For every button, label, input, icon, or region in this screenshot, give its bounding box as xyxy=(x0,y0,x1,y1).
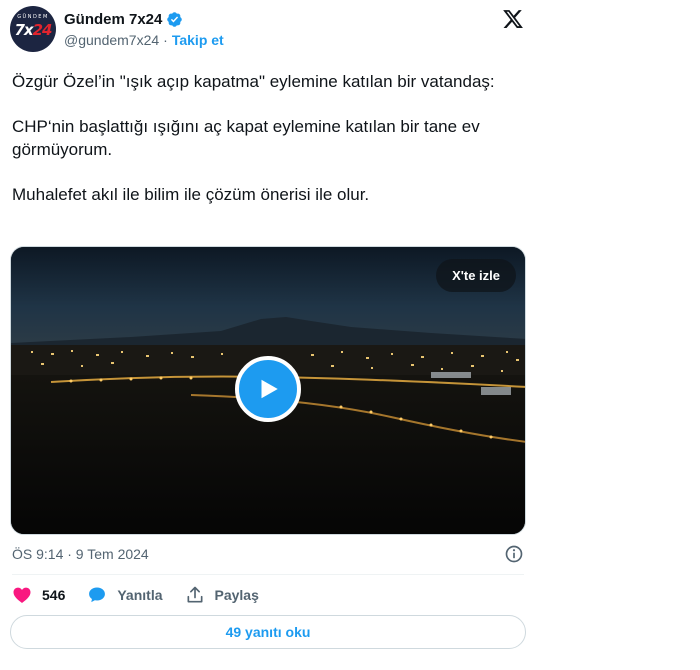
reply-button[interactable]: Yanıtla xyxy=(87,585,163,605)
like-button[interactable]: 546 xyxy=(12,585,65,605)
share-button[interactable]: Paylaş xyxy=(185,585,259,605)
tweet-paragraph: CHP‘nin başlattığı ışığını aç kapat eyle… xyxy=(12,117,480,159)
video-player[interactable]: X'te izle xyxy=(10,246,526,535)
follow-button[interactable]: Takip et xyxy=(172,32,224,48)
avatar[interactable]: GÜNDEM 7x24 xyxy=(10,6,56,52)
avatar-small-text: GÜNDEM xyxy=(17,14,49,20)
reply-bubble-icon xyxy=(89,587,106,603)
avatar-logo-part-b: 24 xyxy=(32,21,53,39)
play-button[interactable] xyxy=(235,356,301,422)
avatar-logo-text: 7x24 xyxy=(10,21,56,39)
like-count: 546 xyxy=(42,587,66,603)
info-icon[interactable] xyxy=(504,544,524,564)
tweet-paragraph: Özgür Özel’in "ışık açıp kapatma" eylemi… xyxy=(12,72,495,91)
author-handle-row: @gundem7x24 · Takip et xyxy=(64,32,224,48)
tweet-paragraph: Muhalefet akıl ile bilim ile çözüm öneri… xyxy=(12,185,370,204)
read-replies-button[interactable]: 49 yanıtı oku xyxy=(10,615,526,649)
avatar-logo-part-a: 7x xyxy=(14,21,34,39)
author-name-row: Gündem 7x24 xyxy=(64,9,183,29)
action-bar: 546 Yanıtla Paylaş xyxy=(12,583,281,607)
divider xyxy=(12,574,524,575)
watch-on-x-button[interactable]: X'te izle xyxy=(436,259,516,292)
play-icon xyxy=(261,379,278,399)
tweet-timestamp[interactable]: ÖS 9:14 · 9 Tem 2024 xyxy=(12,546,149,562)
share-upload-icon xyxy=(187,586,202,603)
x-logo-icon[interactable] xyxy=(502,8,524,30)
verified-badge-icon xyxy=(167,11,183,27)
reply-label: Yanıtla xyxy=(117,587,163,603)
separator-dot: · xyxy=(163,32,168,48)
author-handle[interactable]: @gundem7x24 xyxy=(64,32,159,48)
share-label: Paylaş xyxy=(214,587,259,603)
tweet-card: GÜNDEM 7x24 Gündem 7x24 @gundem7x24 · Ta… xyxy=(0,0,536,670)
tweet-text: Özgür Özel’in "ışık açıp kapatma" eylemi… xyxy=(12,70,527,228)
author-display-name[interactable]: Gündem 7x24 xyxy=(64,11,162,28)
heart-icon xyxy=(13,587,31,603)
